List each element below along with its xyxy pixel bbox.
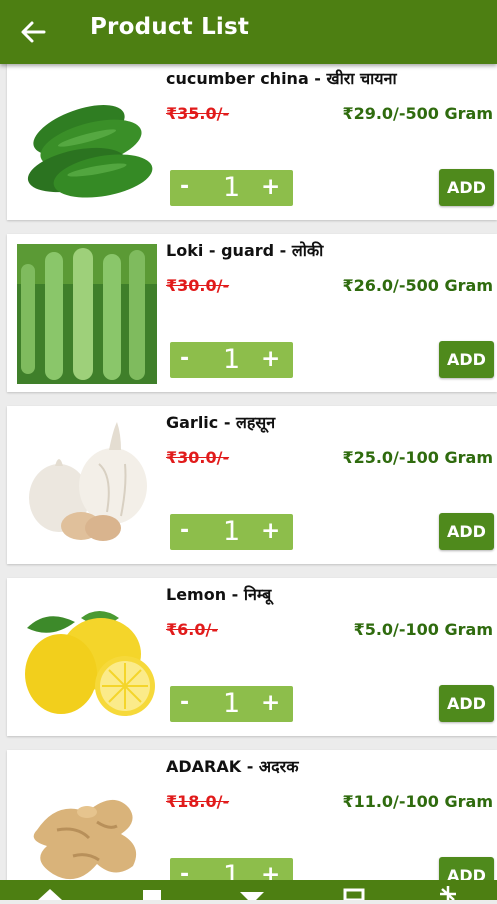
increment-button[interactable]: + <box>261 518 280 544</box>
product-card: Garlic - लहसून ₹30.0/- ₹25.0/-100 Gram -… <box>7 406 497 564</box>
product-price: ₹11.0/-100 Gram <box>342 792 493 811</box>
quantity-stepper: - 1 + <box>170 342 293 378</box>
quantity-stepper: - 1 + <box>170 170 293 206</box>
add-button[interactable]: ADD <box>439 513 494 550</box>
product-list[interactable]: cucumber china - खीरा चायना ₹35.0/- ₹29.… <box>0 64 497 880</box>
quantity-stepper: - 1 + <box>170 858 293 880</box>
settings-icon <box>440 886 456 901</box>
decrement-button[interactable]: - <box>180 518 189 543</box>
decrement-button[interactable]: - <box>180 862 189 880</box>
product-card: Loki - guard - लोकी ₹30.0/- ₹26.0/-500 G… <box>7 234 497 392</box>
product-name: cucumber china - खीरा चायना <box>166 69 397 88</box>
product-name: Loki - guard - लोकी <box>166 241 324 260</box>
product-mrp: ₹6.0/- <box>166 620 218 639</box>
increment-button[interactable]: + <box>261 174 280 200</box>
product-mrp: ₹30.0/- <box>166 448 230 467</box>
bottom-navigation <box>0 880 497 902</box>
nav-settings[interactable] <box>428 880 468 901</box>
back-button[interactable] <box>14 12 54 52</box>
filter-icon <box>240 892 264 900</box>
quantity-value: 1 <box>223 860 241 880</box>
cucumber-image <box>17 72 157 212</box>
product-card: cucumber china - खीरा चायना ₹35.0/- ₹29.… <box>7 64 497 220</box>
lemon-image <box>17 588 157 728</box>
product-name: ADARAK - अदरक <box>166 757 299 776</box>
add-button[interactable]: ADD <box>439 857 494 880</box>
product-price: ₹29.0/-500 Gram <box>342 104 493 123</box>
list-icon <box>343 888 365 902</box>
quantity-value: 1 <box>223 172 241 203</box>
nav-add[interactable] <box>132 880 172 900</box>
app-bar: Product List <box>0 0 497 64</box>
decrement-button[interactable]: - <box>180 690 189 715</box>
bottle-gourd-image <box>17 244 157 384</box>
product-name: Lemon - निम्बू <box>166 585 272 604</box>
product-price: ₹5.0/-100 Gram <box>353 620 493 639</box>
product-mrp: ₹35.0/- <box>166 104 230 123</box>
decrement-button[interactable]: - <box>180 174 189 199</box>
quantity-value: 1 <box>223 344 241 375</box>
ginger-image <box>17 760 157 880</box>
product-mrp: ₹18.0/- <box>166 792 230 811</box>
increment-button[interactable]: + <box>261 346 280 372</box>
product-card: ADARAK - अदरक ₹18.0/- ₹11.0/-100 Gram - … <box>7 750 497 880</box>
increment-button[interactable]: + <box>261 862 280 880</box>
product-mrp: ₹30.0/- <box>166 276 230 295</box>
nav-home[interactable] <box>30 880 70 900</box>
add-button[interactable]: ADD <box>439 341 494 378</box>
plus-box-icon <box>143 890 161 900</box>
product-price: ₹25.0/-100 Gram <box>342 448 493 467</box>
add-button[interactable]: ADD <box>439 169 494 206</box>
increment-button[interactable]: + <box>261 690 280 716</box>
quantity-value: 1 <box>223 688 241 719</box>
arrow-left-icon <box>21 21 46 43</box>
nav-filter[interactable] <box>232 880 272 900</box>
quantity-stepper: - 1 + <box>170 514 293 550</box>
add-button[interactable]: ADD <box>439 685 494 722</box>
decrement-button[interactable]: - <box>180 346 189 371</box>
home-icon <box>38 889 62 900</box>
product-card: Lemon - निम्बू ₹6.0/- ₹5.0/-100 Gram - 1… <box>7 578 497 736</box>
garlic-image <box>17 416 157 556</box>
nav-list[interactable] <box>334 880 374 902</box>
page-title: Product List <box>90 14 250 40</box>
quantity-value: 1 <box>223 516 241 547</box>
product-name: Garlic - लहसून <box>166 413 276 432</box>
product-price: ₹26.0/-500 Gram <box>342 276 493 295</box>
quantity-stepper: - 1 + <box>170 686 293 722</box>
